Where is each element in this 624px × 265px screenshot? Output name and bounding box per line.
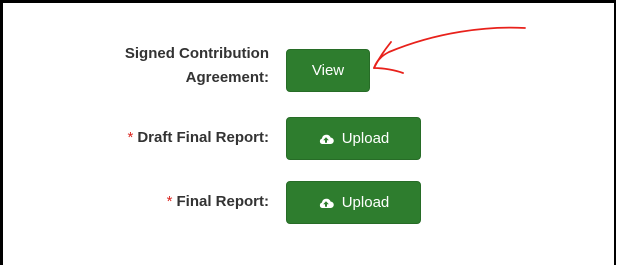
signed-contribution-label-line1: Signed Contribution	[124, 45, 269, 62]
upload-draft-final-report-button[interactable]: Upload	[286, 117, 421, 160]
upload-button-label: Upload	[341, 130, 390, 147]
final-report-label: * Final Report:	[3, 190, 269, 214]
draft-final-report-label-text: Draft Final Report:	[137, 129, 269, 146]
final-report-label-text: Final Report:	[176, 193, 270, 210]
upload-final-report-button[interactable]: Upload	[286, 181, 421, 224]
cloud-upload-icon	[319, 198, 334, 208]
required-asterisk: *	[127, 129, 134, 146]
cloud-upload-icon	[319, 134, 334, 144]
signed-contribution-label: Signed Contribution Agreement:	[3, 42, 269, 90]
signed-contribution-label-line2: Agreement:	[185, 69, 269, 86]
required-asterisk: *	[166, 193, 173, 210]
form-panel: Signed Contribution Agreement: View * Dra…	[0, 0, 616, 265]
upload-button-label: Upload	[341, 194, 390, 211]
view-button-label: View	[311, 62, 345, 79]
view-signed-agreement-button[interactable]: View	[286, 49, 370, 92]
draft-final-report-label: * Draft Final Report:	[3, 126, 269, 150]
annotation-arrow-icon	[373, 26, 526, 74]
